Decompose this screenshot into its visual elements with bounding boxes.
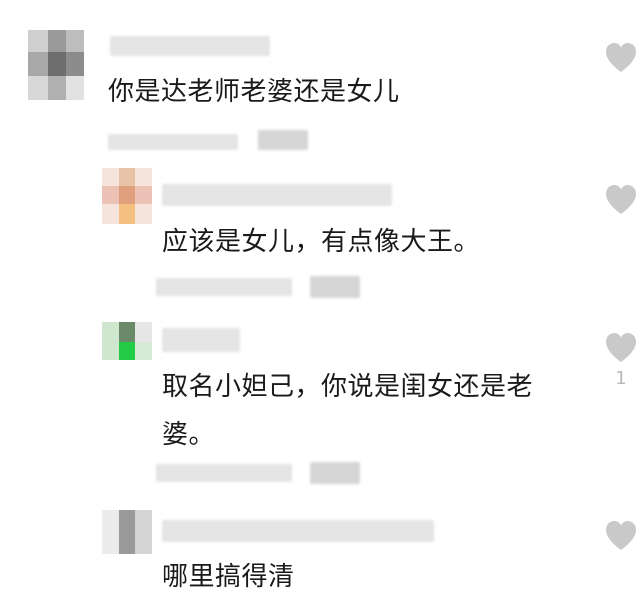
- heart-icon: [606, 333, 636, 362]
- reply-button-redacted[interactable]: [258, 130, 308, 150]
- like-count: 1: [615, 368, 627, 389]
- reply-item: 哪里搞得清: [0, 500, 640, 611]
- avatar[interactable]: [102, 510, 152, 554]
- heart-icon: [606, 185, 636, 214]
- comment-item: 你是达老师老婆还是女儿: [0, 0, 640, 160]
- reply-button-redacted[interactable]: [310, 462, 360, 484]
- username-redacted[interactable]: [162, 184, 392, 206]
- like-button[interactable]: [604, 520, 638, 552]
- comment-meta-redacted: [156, 464, 292, 482]
- comment-text-line1: 取名小妲己，你说是闺女还是老: [162, 372, 534, 402]
- reply-item: 取名小妲己，你说是闺女还是老 婆。 1: [0, 310, 640, 500]
- like-button[interactable]: [604, 184, 638, 216]
- comment-text-line2: 婆。: [162, 420, 216, 450]
- comment-text: 你是达老师老婆还是女儿: [108, 77, 400, 107]
- comment-text: 应该是女儿，有点像大王。: [162, 227, 481, 257]
- comment-meta-redacted: [108, 134, 238, 150]
- username-redacted[interactable]: [110, 36, 270, 56]
- like-button[interactable]: [604, 332, 638, 364]
- heart-icon: [606, 43, 636, 72]
- reply-item: 应该是女儿，有点像大王。: [0, 160, 640, 310]
- avatar[interactable]: [28, 30, 84, 100]
- reply-button-redacted[interactable]: [310, 276, 360, 298]
- username-redacted[interactable]: [162, 328, 240, 352]
- avatar[interactable]: [102, 322, 152, 360]
- like-button[interactable]: [604, 42, 638, 74]
- avatar[interactable]: [102, 168, 152, 224]
- comment-meta-redacted: [156, 278, 292, 296]
- username-redacted[interactable]: [162, 520, 434, 542]
- comment-text: 哪里搞得清: [162, 562, 295, 592]
- heart-icon: [606, 521, 636, 550]
